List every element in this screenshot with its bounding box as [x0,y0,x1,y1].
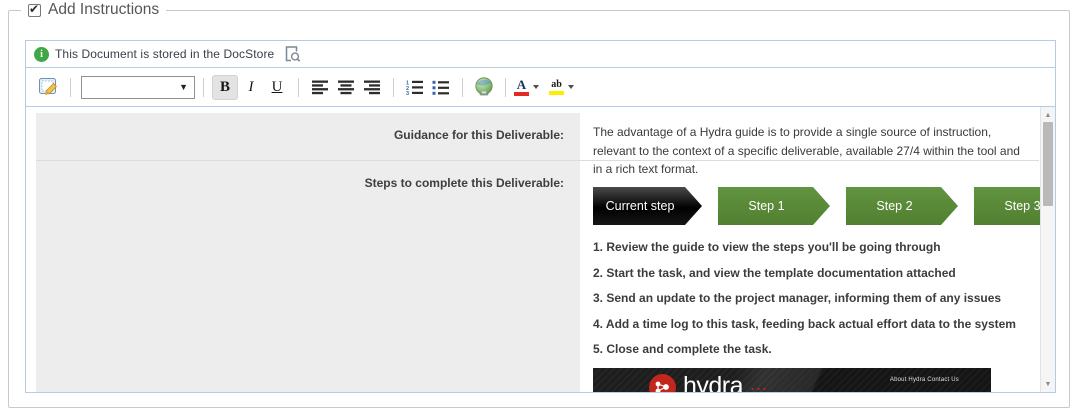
font-color-swatch [514,91,529,96]
underline-button[interactable]: U [264,75,290,100]
editor-scrollbar[interactable]: ▲ ▼ [1040,107,1055,392]
instructions-list: 1. Review the guide to view the steps yo… [593,240,1055,356]
formatting-toolbar: ▼ B I U 1 2 3 A ab [26,68,1055,107]
toolbar-separator [203,77,204,97]
fieldset-legend: Add Instructions [21,1,167,19]
chevron-down-icon: ▼ [179,82,188,92]
list-item: 5. Close and complete the task. [593,342,772,356]
edit-source-icon[interactable] [36,75,62,100]
docstore-info-text: This Document is stored in the DocStore [55,47,275,61]
align-left-icon[interactable] [307,75,333,100]
hydra-banner-nav: About Hydra Contact Us [889,377,959,383]
hydra-brand-dots: ... [750,374,769,392]
step-chevron-current: Current step [593,187,702,225]
deliverable-table: Guidance for this Deliverable: The advan… [36,113,1039,392]
hydra-banner-image: hydra ... About Hydra Contact Us [593,368,991,392]
toolbar-separator [462,77,463,97]
scroll-up-icon[interactable]: ▲ [1041,108,1055,122]
guidance-value: The advantage of a Hydra guide is to pro… [580,113,1039,176]
add-instructions-fieldset: Add Instructions i This Document is stor… [8,1,1070,408]
steps-label: Steps to complete this Deliverable: [36,161,580,392]
format-dropdown[interactable]: ▼ [81,75,195,99]
align-right-icon[interactable] [359,75,385,100]
ordered-list-icon[interactable]: 1 2 3 [402,75,428,100]
list-item: 1. Review the guide to view the steps yo… [593,240,941,254]
fieldset-legend-label: Add Instructions [48,1,160,18]
toolbar-separator [70,77,71,97]
docstore-info-bar: i This Document is stored in the DocStor… [26,41,1055,68]
bold-button[interactable]: B [212,74,238,100]
steps-graphic: Current step Step 1 Step 2 Step 3 [593,187,1055,225]
align-center-icon[interactable] [333,75,359,100]
step-chevron-2: Step 2 [846,187,958,225]
font-color-button[interactable]: A [514,75,529,100]
document-preview-icon[interactable] [284,45,301,63]
add-instructions-checkbox[interactable] [28,2,41,17]
hydra-logo-icon [649,374,676,392]
toolbar-separator [298,77,299,97]
hydra-brand-text: hydra [683,372,744,393]
scrollbar-thumb[interactable] [1043,122,1053,206]
highlight-caret-icon[interactable] [568,85,574,89]
editor-content-area[interactable]: Guidance for this Deliverable: The advan… [26,107,1055,392]
bullet-list-icon[interactable] [428,75,454,100]
table-row: Guidance for this Deliverable: The advan… [36,113,1039,176]
font-color-caret-icon[interactable] [533,85,539,89]
rich-text-editor: i This Document is stored in the DocStor… [25,40,1056,393]
table-row: Steps to complete this Deliverable: Curr… [36,161,1039,392]
svg-text:3: 3 [406,91,409,95]
scroll-down-icon[interactable]: ▼ [1041,377,1055,391]
highlight-swatch [549,90,564,95]
info-icon: i [34,46,49,62]
toolbar-separator [505,77,506,97]
list-item: 2. Start the task, and view the template… [593,265,956,280]
hydra-logo: hydra ... [649,374,768,392]
highlight-color-button[interactable]: ab [549,75,564,100]
list-item: 4. Add a time log to this task, feeding … [593,316,1016,331]
step-chevron-1: Step 1 [718,187,830,225]
guidance-label: Guidance for this Deliverable: [36,113,580,160]
toolbar-separator [393,77,394,97]
insert-image-globe-icon[interactable] [471,75,497,100]
italic-button[interactable]: I [238,75,264,100]
list-item: 3. Send an update to the project manager… [593,291,1002,305]
steps-value: Current step Step 1 Step 2 Step 3 1. Rev… [580,161,1055,392]
